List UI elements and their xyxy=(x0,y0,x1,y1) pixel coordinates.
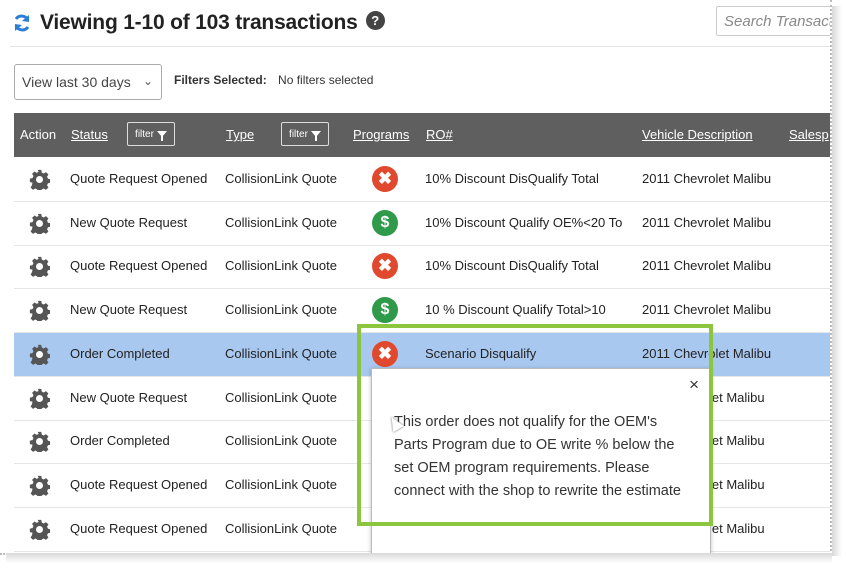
status-cell: Quote Request Opened xyxy=(70,476,208,492)
type-cell: CollisionLink Quote xyxy=(225,433,338,449)
type-cell: CollisionLink Quote xyxy=(225,389,338,405)
ro-cell: 10 % Discount Qualify Total>10 xyxy=(425,302,606,318)
status-cell: Quote Request Opened xyxy=(70,171,208,186)
type-cell: CollisionLink Quote xyxy=(225,520,338,536)
type-cell: CollisionLink Quote xyxy=(225,476,338,492)
status-cell: New Quote Request xyxy=(70,389,188,405)
status-cell: Order Completed xyxy=(70,345,170,361)
search-input[interactable]: Search Transactions xyxy=(716,6,830,36)
gear-icon[interactable] xyxy=(29,431,51,455)
filters-value: No filters selected xyxy=(278,73,374,87)
vehicle-cell: 2011 Chevrolet Malibu xyxy=(642,214,772,230)
type-cell: CollisionLink Quote xyxy=(225,345,338,361)
gear-icon[interactable] xyxy=(29,169,51,193)
filter-label: filter xyxy=(289,128,308,140)
gear-icon[interactable] xyxy=(29,388,51,411)
transactions-panel: Viewing 1-10 of 103 transactions ? Searc… xyxy=(0,0,832,555)
table-header: Action Status filter Type filter Program… xyxy=(14,113,830,157)
divider xyxy=(10,46,830,47)
column-ro[interactable]: RO# xyxy=(426,127,453,142)
ro-cell: 10% Discount DisQualify Total xyxy=(425,258,599,274)
vehicle-cell: let Malibu xyxy=(709,520,765,536)
status-cell: New Quote Request xyxy=(70,302,188,318)
refresh-icon[interactable] xyxy=(12,13,32,33)
vehicle-cell: 2011 Chevrolet Malibu xyxy=(642,258,772,274)
status-cell: New Quote Request xyxy=(70,214,188,230)
disqualify-icon[interactable]: ✖ xyxy=(372,166,398,192)
status-cell: Quote Request Opened xyxy=(70,520,208,536)
vehicle-cell: let Malibu xyxy=(709,389,765,405)
column-salesperson[interactable]: Salesp xyxy=(789,127,829,142)
gear-icon[interactable] xyxy=(29,475,51,498)
date-range-value: View last 30 days xyxy=(22,74,131,90)
status-cell: Order Completed xyxy=(70,433,170,449)
funnel-icon xyxy=(310,131,321,141)
gear-icon[interactable] xyxy=(29,213,51,236)
filters-summary: Filters Selected: No filters selected xyxy=(174,73,373,87)
gear-icon[interactable] xyxy=(29,300,51,324)
filter-label: filter xyxy=(135,128,154,140)
gear-icon[interactable] xyxy=(29,344,51,367)
column-type[interactable]: Type xyxy=(226,127,254,142)
vehicle-cell: let Malibu xyxy=(709,476,765,492)
dollar-icon[interactable]: $ xyxy=(372,209,398,236)
column-programs[interactable]: Programs xyxy=(353,127,409,142)
type-cell: CollisionLink Quote xyxy=(225,258,338,274)
vehicle-cell: let Malibu xyxy=(709,433,765,449)
frame-shadow xyxy=(6,553,832,563)
vehicle-cell: 2011 Chevrolet Malibu xyxy=(642,302,772,318)
column-status[interactable]: Status xyxy=(71,127,108,142)
table-row[interactable]: New Quote Request CollisionLink Quote $10%… xyxy=(14,202,830,246)
type-filter-button[interactable]: filter xyxy=(281,122,329,146)
status-cell: Quote Request Opened xyxy=(70,258,208,274)
ro-cell: 10% Discount DisQualify Total xyxy=(425,171,599,186)
type-cell: CollisionLink Quote xyxy=(225,302,338,318)
date-range-select[interactable]: View last 30 days ⌄ xyxy=(14,64,162,100)
filters-label: Filters Selected: xyxy=(174,73,267,87)
ro-cell: 10% Discount Qualify OE%<20 To xyxy=(425,214,623,230)
frame-shadow xyxy=(832,6,842,556)
table-row[interactable]: Quote Request Opened CollisionLink Quote ✖… xyxy=(14,245,830,290)
table-row[interactable]: Quote Request Opened CollisionLink Quote ✖… xyxy=(14,158,830,202)
page-title: Viewing 1-10 of 103 transactions xyxy=(40,11,358,34)
dollar-icon[interactable]: $ xyxy=(372,297,398,324)
page-header: Viewing 1-10 of 103 transactions ? xyxy=(12,8,385,38)
type-cell: CollisionLink Quote xyxy=(225,171,338,186)
gear-icon[interactable] xyxy=(29,256,51,280)
type-cell: CollisionLink Quote xyxy=(225,214,338,230)
callout-highlight xyxy=(357,324,713,526)
disqualify-icon[interactable]: ✖ xyxy=(372,253,398,280)
funnel-icon xyxy=(156,131,167,141)
status-filter-button[interactable]: filter xyxy=(127,122,175,146)
help-icon[interactable]: ? xyxy=(365,10,385,30)
gear-icon[interactable] xyxy=(29,519,51,542)
chevron-down-icon: ⌄ xyxy=(142,74,153,88)
column-action: Action xyxy=(20,127,57,142)
column-vehicle[interactable]: Vehicle Description xyxy=(642,127,753,142)
vehicle-cell: 2011 Chevrolet Malibu xyxy=(642,171,772,186)
